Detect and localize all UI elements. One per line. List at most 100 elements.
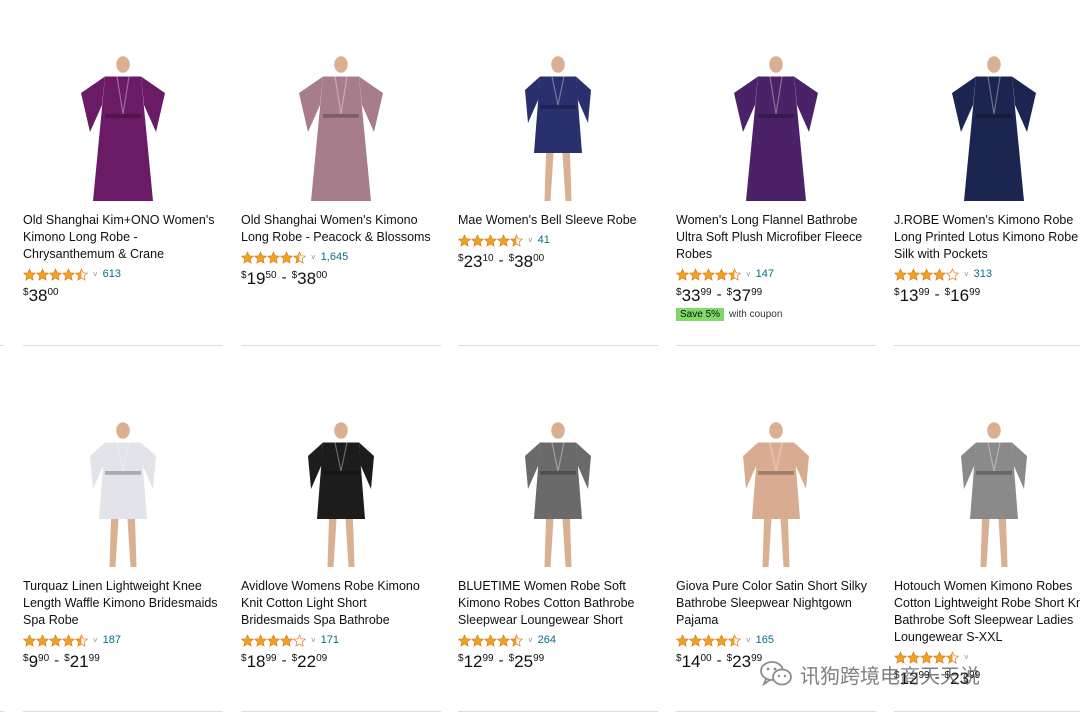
review-count-link[interactable]: 165 xyxy=(756,634,774,646)
chevron-down-icon[interactable]: ˅ xyxy=(311,253,316,262)
product-title-link[interactable]: Old Shanghai Women's Kimono Long Robe - … xyxy=(241,212,437,246)
price-fraction: 99 xyxy=(265,653,277,664)
price-high: $21 99 xyxy=(64,652,100,672)
product-image[interactable] xyxy=(894,4,1080,204)
product-card[interactable]: Women's Long Flannel Bathrobe Ultra Soft… xyxy=(676,0,876,346)
star-full-icon xyxy=(458,233,471,247)
product-title-link[interactable]: J.ROBE Women's Kimono Robe Long Printed … xyxy=(894,212,1080,263)
chevron-down-icon[interactable]: ˅ xyxy=(528,236,533,245)
purple-flannel-robe-icon xyxy=(734,56,818,201)
price-fraction: 00 xyxy=(533,253,545,264)
price-whole: 18 xyxy=(246,652,266,671)
star-rating[interactable] xyxy=(241,633,306,647)
card-divider xyxy=(458,711,658,712)
star-full-icon xyxy=(702,633,715,647)
card-divider xyxy=(23,345,223,346)
star-rating[interactable] xyxy=(23,633,88,647)
star-full-icon xyxy=(49,633,62,647)
product-title-link[interactable]: Avidlove Womens Robe Kimono Knit Cotton … xyxy=(241,578,437,629)
star-half-icon xyxy=(293,250,306,264)
product-image[interactable] xyxy=(458,4,658,204)
price-whole: 12 xyxy=(463,652,483,671)
review-count-link[interactable]: 41 xyxy=(538,234,550,246)
review-count-link[interactable]: 187 xyxy=(103,634,121,646)
product-card[interactable]: Avidlove Womens Robe Kimono Knit Cotton … xyxy=(241,366,441,712)
product-image[interactable] xyxy=(241,370,441,570)
star-full-icon xyxy=(241,633,254,647)
chevron-down-icon[interactable]: ˅ xyxy=(746,270,751,279)
product-title-link[interactable]: Women's Long Flannel Bathrobe Ultra Soft… xyxy=(676,212,872,263)
product-image[interactable] xyxy=(241,4,441,204)
product-image[interactable] xyxy=(894,370,1080,570)
price-range: $12 99- $25 99 xyxy=(458,652,544,672)
star-rating[interactable] xyxy=(676,267,741,281)
star-full-icon xyxy=(267,633,280,647)
review-count-link[interactable]: 613 xyxy=(103,268,121,280)
left-edge-divider xyxy=(0,711,4,712)
star-rating[interactable] xyxy=(458,633,523,647)
star-full-icon xyxy=(254,633,267,647)
star-rating[interactable] xyxy=(894,267,959,281)
price-whole: 21 xyxy=(69,652,89,671)
price-high: $37 99 xyxy=(727,286,763,306)
star-half-icon xyxy=(510,633,523,647)
review-count-link[interactable]: 1,645 xyxy=(321,251,349,263)
coupon-text: with coupon xyxy=(729,309,783,320)
chevron-down-icon[interactable]: ˅ xyxy=(746,636,751,645)
price-high: $23 99 xyxy=(727,652,763,672)
product-image[interactable] xyxy=(23,370,223,570)
gray-knit-robe-icon xyxy=(961,422,1027,567)
star-rating[interactable] xyxy=(676,633,741,647)
price-range-dash: - xyxy=(54,652,60,669)
chevron-down-icon[interactable]: ˅ xyxy=(528,636,533,645)
review-count-link[interactable]: 264 xyxy=(538,634,556,646)
rating-row: ˅ 613 xyxy=(23,267,121,281)
product-title-link[interactable]: Turquaz Linen Lightweight Knee Length Wa… xyxy=(23,578,219,629)
price-range-dash: - xyxy=(281,269,287,286)
star-full-icon xyxy=(49,267,62,281)
product-image[interactable] xyxy=(23,4,223,204)
star-rating[interactable] xyxy=(241,250,306,264)
product-title-link[interactable]: BLUETIME Women Robe Soft Kimono Robes Co… xyxy=(458,578,654,629)
product-card[interactable]: Old Shanghai Kim+ONO Women's Kimono Long… xyxy=(23,0,223,346)
product-title-link[interactable]: Old Shanghai Kim+ONO Women's Kimono Long… xyxy=(23,212,219,263)
chevron-down-icon[interactable]: ˅ xyxy=(93,270,98,279)
star-full-icon xyxy=(484,233,497,247)
card-divider xyxy=(23,711,223,712)
chevron-down-icon[interactable]: ˅ xyxy=(93,636,98,645)
review-count-link[interactable]: 147 xyxy=(756,268,774,280)
star-half-icon xyxy=(75,633,88,647)
product-card[interactable]: BLUETIME Women Robe Soft Kimono Robes Co… xyxy=(458,366,658,712)
wechat-icon xyxy=(760,661,792,687)
price-range: $9 90- $21 99 xyxy=(23,652,100,672)
product-title-link[interactable]: Hotouch Women Kimono Robes Cotton Lightw… xyxy=(894,578,1080,646)
price-whole: 23 xyxy=(463,252,483,271)
product-image[interactable] xyxy=(676,4,876,204)
product-title-link[interactable]: Giova Pure Color Satin Short Silky Bathr… xyxy=(676,578,872,629)
star-half-icon xyxy=(728,267,741,281)
price-whole: 38 xyxy=(297,269,317,288)
review-count-link[interactable]: 313 xyxy=(974,268,992,280)
price-fraction: 99 xyxy=(700,287,712,298)
product-card[interactable]: Old Shanghai Women's Kimono Long Robe - … xyxy=(241,0,441,346)
coupon-offer[interactable]: Save 5% with coupon xyxy=(676,308,782,321)
price-fraction: 00 xyxy=(700,653,712,664)
star-full-icon xyxy=(715,267,728,281)
product-image[interactable] xyxy=(676,370,876,570)
price-low: $9 90 xyxy=(23,652,49,672)
product-image[interactable] xyxy=(458,370,658,570)
star-rating[interactable] xyxy=(458,233,523,247)
star-full-icon xyxy=(471,633,484,647)
product-title-link[interactable]: Mae Women's Bell Sleeve Robe xyxy=(458,212,654,229)
card-divider xyxy=(241,711,441,712)
star-rating[interactable] xyxy=(23,267,88,281)
review-count-link[interactable]: 171 xyxy=(321,634,339,646)
star-half-icon xyxy=(510,233,523,247)
product-card[interactable]: Turquaz Linen Lightweight Knee Length Wa… xyxy=(23,366,223,712)
chevron-down-icon[interactable]: ˅ xyxy=(311,636,316,645)
price-whole: 9 xyxy=(28,652,39,671)
product-card[interactable]: Mae Women's Bell Sleeve Robe ˅ 41 $23 10- $38… xyxy=(458,0,658,346)
chevron-down-icon[interactable]: ˅ xyxy=(964,270,969,279)
star-full-icon xyxy=(497,233,510,247)
product-card[interactable]: J.ROBE Women's Kimono Robe Long Printed … xyxy=(894,0,1080,346)
